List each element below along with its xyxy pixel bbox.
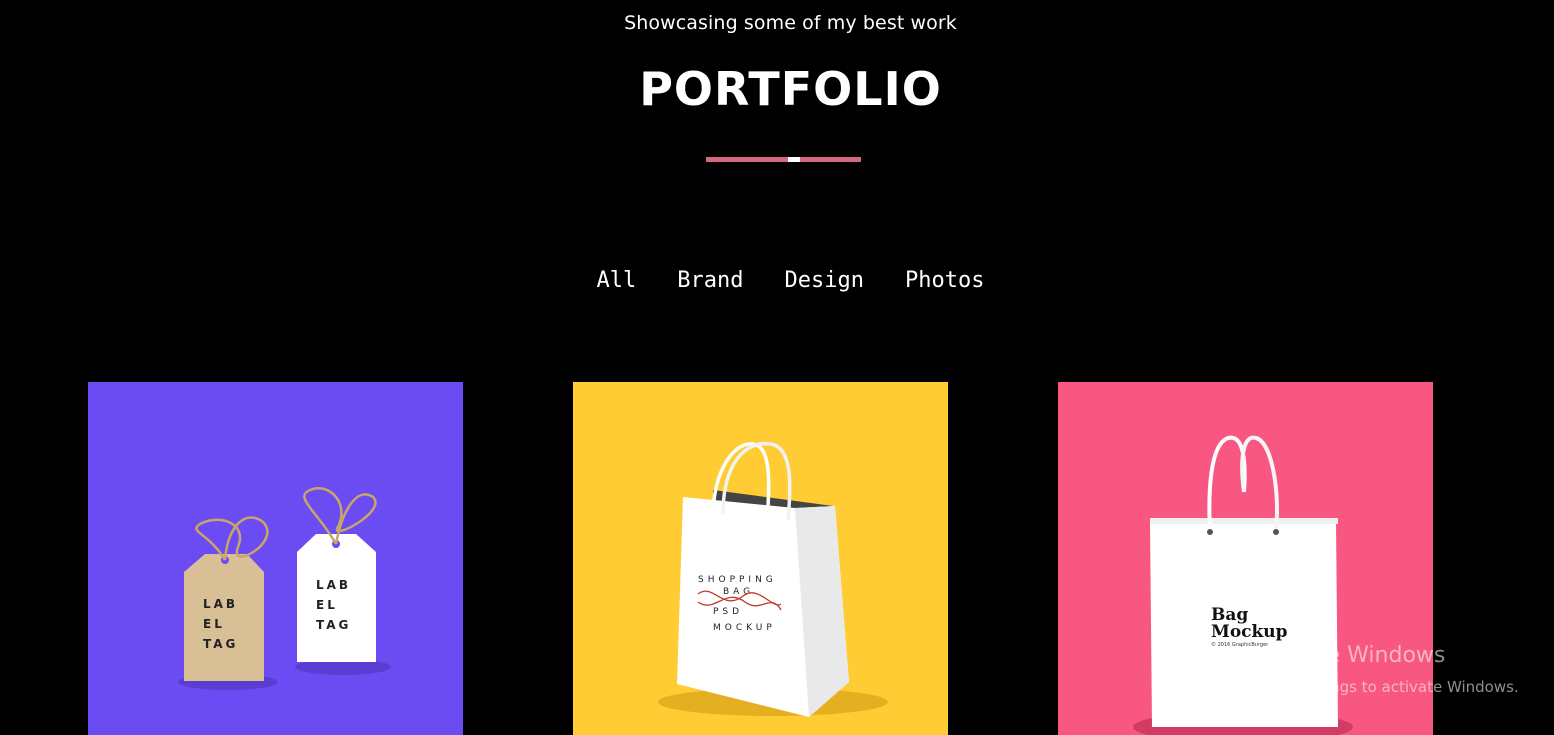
divider-accent [788, 157, 800, 162]
bag2-line4: MOCKUP [713, 623, 776, 633]
filter-design[interactable]: Design [785, 268, 864, 293]
label-tags-image: LAB EL TAG LAB EL TAG [88, 382, 463, 735]
bag2-line1: SHOPPING [698, 575, 777, 585]
tag2-line1: LAB [316, 578, 351, 592]
filter-all[interactable]: All [597, 268, 637, 293]
tag2-line2: EL [316, 598, 338, 612]
portfolio-page: Showcasing some of my best work PORTFOLI… [0, 0, 1554, 735]
portfolio-filters: All Brand Design Photos [0, 268, 1554, 293]
section-title: PORTFOLIO [639, 62, 942, 116]
portfolio-item-label-tags[interactable]: LAB EL TAG LAB EL TAG [88, 382, 463, 735]
tag1-line1: LAB [203, 597, 238, 611]
watermark-title: Activate Windows [1250, 643, 1446, 668]
title-divider [706, 157, 861, 162]
tag2-line3: TAG [316, 618, 351, 632]
section-subtitle: Showcasing some of my best work [624, 12, 957, 34]
watermark-subtitle: Go to Settings to activate Windows. [1250, 678, 1519, 696]
bag2-line3: PSD [713, 607, 743, 617]
windows-activation-watermark: Activate Windows Go to Settings to activ… [1250, 642, 1519, 698]
bag3-title-line2: Mockup [1211, 622, 1288, 642]
tag1-line3: TAG [203, 637, 238, 651]
shopping-bag-image: SHOPPING BAG PSD MOCKUP [573, 382, 948, 735]
filter-photos[interactable]: Photos [905, 268, 984, 293]
bag2-line2: BAG [723, 587, 754, 597]
portfolio-item-shopping-bag[interactable]: SHOPPING BAG PSD MOCKUP [573, 382, 948, 735]
tag1-line2: EL [203, 617, 225, 631]
filter-brand[interactable]: Brand [677, 268, 743, 293]
